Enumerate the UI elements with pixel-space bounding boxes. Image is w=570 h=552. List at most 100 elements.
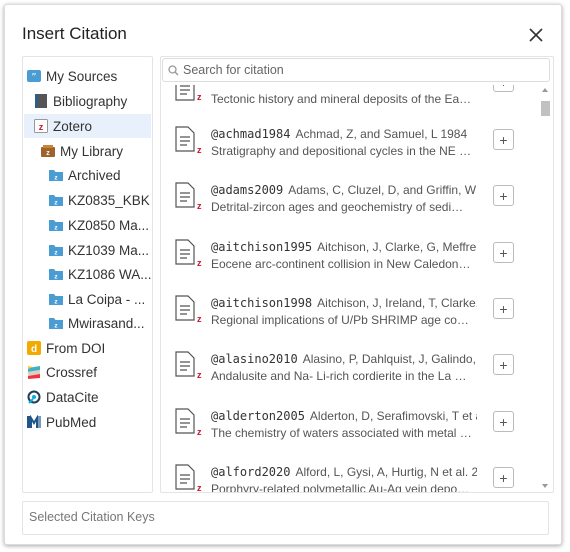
sidebar-item-label: KZ1039 Ma... <box>68 242 150 258</box>
document-icon <box>175 351 195 377</box>
citation-key: @aitchison1995 <box>211 240 313 254</box>
sidebar-item-kz0835[interactable]: z KZ0835_KBK <box>49 188 151 212</box>
add-citation-button[interactable]: + <box>493 298 514 319</box>
add-citation-button[interactable]: + <box>493 85 514 92</box>
citation-title: Regional implications of U/Pb SHRIMP age… <box>211 313 473 327</box>
citation-key: @adams2009 <box>211 183 284 197</box>
add-citation-button[interactable]: + <box>493 467 514 488</box>
citation-item[interactable]: z @adams2009 Adams, C, Cluzel, D, and Gri… <box>161 168 537 224</box>
svg-text:”: ” <box>31 72 36 83</box>
sidebar-item-label: La Coipa - ... <box>68 291 146 307</box>
selected-keys-input[interactable] <box>29 510 529 524</box>
citation-authors: Alford, L, Gysi, A, Hurtig, N et al. 202… <box>295 465 477 479</box>
citation-title: Porphyry-related polymetallic Au-Ag vein… <box>211 482 473 493</box>
citation-title: Tectonic history and mineral deposits of… <box>211 92 473 106</box>
citation-item[interactable]: z @alford2020 Alford, L, Gysi, A, Hurtig,… <box>161 450 537 493</box>
dialog-title: Insert Citation <box>22 24 127 43</box>
sidebar-item-zotero[interactable]: z Zotero <box>24 114 151 138</box>
sidebar-item-from-doi[interactable]: d From DOI <box>27 336 151 360</box>
quote-icon: ” <box>27 69 41 83</box>
citation-authors: Aitchison, J, Clarke, G, Meffre, S <box>317 240 477 254</box>
document-icon <box>175 85 195 101</box>
sidebar-item-label: KZ1086 WA... <box>68 266 151 282</box>
citation-title: Stratigraphy and depositional cycles in … <box>211 144 473 158</box>
sidebar-item-label: DataCite <box>46 389 99 405</box>
citation-item[interactable]: z Tectonic history and mineral deposits … <box>161 85 537 112</box>
sidebar-item-label: Crossref <box>46 364 98 380</box>
citation-item[interactable]: z @aitchison1995 Aitchison, J, Clarke, G,… <box>161 225 537 281</box>
citation-authors: Achmad, Z, and Samuel, L 1984 <box>295 127 468 141</box>
zotero-badge: z <box>197 92 202 102</box>
sidebar-item-label: Archived <box>68 167 121 183</box>
sidebar-item-kz1086[interactable]: z KZ1086 WA... <box>49 262 151 286</box>
crossref-icon <box>27 365 41 379</box>
folder-icon: z <box>49 168 63 182</box>
add-citation-button[interactable]: + <box>493 129 514 150</box>
citation-title: Detrital-zircon ages and geochemistry of… <box>211 200 473 214</box>
svg-text:d: d <box>31 344 37 355</box>
citation-item[interactable]: z @alderton2005 Alderton, D, Serafimovski… <box>161 394 537 450</box>
sidebar-item-label: PubMed <box>46 414 97 430</box>
sidebar-item-crossref[interactable]: Crossref <box>27 360 151 384</box>
add-citation-button[interactable]: + <box>493 185 514 206</box>
document-icon <box>175 239 195 265</box>
citation-item[interactable]: z @alasino2010 Alasino, P, Dahlquist, J, … <box>161 337 537 393</box>
sources-sidebar: ” My Sources Bibliography z Zotero z My … <box>22 56 153 493</box>
search-input[interactable] <box>183 63 543 77</box>
sidebar-item-label: My Library <box>60 143 124 159</box>
svg-text:z: z <box>39 122 44 132</box>
sidebar-item-la-coipa[interactable]: z La Coipa - ... <box>49 287 151 311</box>
citation-item[interactable]: z @aitchison1998 Aitchison, J, Ireland, T… <box>161 281 537 337</box>
search-box <box>162 58 550 82</box>
sidebar-item-label: My Sources <box>46 68 118 84</box>
citation-authors: Aitchison, J, Ireland, T, Clarke, G <box>317 296 477 310</box>
pubmed-icon <box>27 415 41 429</box>
citation-authors: Alasino, P, Dahlquist, J, Galindo, C <box>302 352 477 366</box>
zotero-badge: z <box>197 314 202 324</box>
document-icon <box>175 126 195 152</box>
document-icon <box>175 464 195 490</box>
add-citation-button[interactable]: + <box>493 242 514 263</box>
citation-key: @alderton2005 <box>211 409 305 423</box>
sidebar-item-label: From DOI <box>46 340 106 356</box>
citation-item[interactable]: z @achmad1984 Achmad, Z, and Samuel, L 19… <box>161 112 537 168</box>
zotero-badge: z <box>197 483 202 493</box>
insert-citation-dialog: Insert Citation ” My Sources Bibliograph… <box>4 4 562 545</box>
folder-icon: z <box>49 267 63 281</box>
scrollbar[interactable] <box>538 85 551 492</box>
doi-icon: d <box>27 341 41 355</box>
add-citation-button[interactable]: + <box>493 411 514 432</box>
zotero-badge: z <box>197 370 202 380</box>
close-icon[interactable] <box>528 27 544 43</box>
citation-panel: z Tectonic history and mineral deposits … <box>160 56 554 493</box>
citation-title: Andalusite and Na- Li-rich cordierite in… <box>211 369 473 383</box>
sidebar-item-datacite[interactable]: DataCite <box>27 385 151 409</box>
citation-key: @alford2020 <box>211 465 291 479</box>
folder-icon: z <box>49 243 63 257</box>
sidebar-item-kz1039[interactable]: z KZ1039 Ma... <box>49 238 151 262</box>
sidebar-item-my-library[interactable]: z My Library <box>41 139 151 163</box>
scroll-down-icon[interactable] <box>541 483 549 489</box>
search-icon <box>168 64 179 75</box>
sidebar-item-label: Bibliography <box>53 93 128 109</box>
scrollbar-thumb[interactable] <box>541 101 550 116</box>
document-icon <box>175 408 195 434</box>
document-icon <box>175 295 195 321</box>
sidebar-item-bibliography[interactable]: Bibliography <box>34 89 151 113</box>
sidebar-item-mwirasand[interactable]: z Mwirasand... <box>49 311 151 335</box>
citation-key: @aitchison1998 <box>211 296 313 310</box>
citation-key: @achmad1984 <box>211 127 291 141</box>
sidebar-item-kz0850[interactable]: z KZ0850 Ma... <box>49 213 151 237</box>
folder-icon: z <box>49 316 63 330</box>
add-citation-button[interactable]: + <box>493 354 514 375</box>
folder-icon: z <box>49 193 63 207</box>
book-icon <box>34 94 48 108</box>
sidebar-item-pubmed[interactable]: PubMed <box>27 410 151 434</box>
scroll-up-icon[interactable] <box>541 87 549 93</box>
sidebar-item-archived[interactable]: z Archived <box>49 163 151 187</box>
document-icon <box>175 182 195 208</box>
zotero-badge: z <box>197 258 202 268</box>
sidebar-item-my-sources[interactable]: ” My Sources <box>27 64 151 88</box>
svg-text:z: z <box>46 150 50 157</box>
sidebar-item-label: KZ0850 Ma... <box>68 217 150 233</box>
